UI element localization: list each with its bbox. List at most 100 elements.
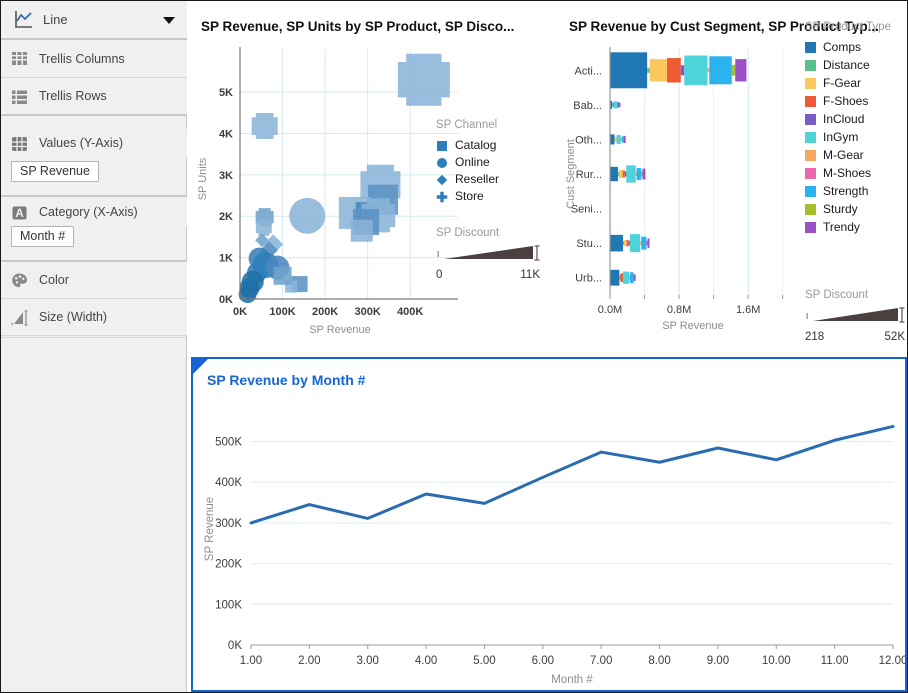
bar-segment[interactable] bbox=[610, 269, 620, 286]
legend-item-product[interactable]: F-Gear bbox=[805, 74, 891, 92]
x-axis-tick-label: 1.00 bbox=[240, 655, 262, 667]
bar-segment[interactable] bbox=[626, 239, 629, 247]
legend-item-channel[interactable]: Online bbox=[436, 153, 499, 170]
bar-segment[interactable] bbox=[626, 165, 636, 183]
x-axis-tick-label: 5.00 bbox=[473, 655, 495, 667]
bar-segment[interactable] bbox=[636, 168, 642, 180]
legend-item-product[interactable]: M-Shoes bbox=[805, 164, 891, 182]
bar-chart-panel[interactable]: SP Revenue by Cust Segment, SP Product T… bbox=[560, 1, 907, 349]
bar-segment[interactable] bbox=[629, 272, 634, 284]
line-chart-panel-selected[interactable]: SP Revenue by Month # 0K 100K 200K 300K 400K… bbox=[191, 357, 907, 692]
bar-segment[interactable] bbox=[735, 59, 747, 82]
category-axis-label: Oth... bbox=[575, 134, 602, 146]
legend-item-channel[interactable]: Reseller bbox=[436, 170, 499, 187]
bar-segment[interactable] bbox=[647, 238, 650, 248]
bar-segment[interactable] bbox=[620, 273, 623, 283]
scatter-point[interactable] bbox=[289, 197, 326, 234]
chevron-down-icon[interactable] bbox=[163, 16, 175, 24]
legend-item-product[interactable]: InGym bbox=[805, 128, 891, 146]
bar-segment[interactable] bbox=[642, 168, 646, 180]
x-axis-title: SP Revenue bbox=[662, 320, 724, 332]
bar-segment[interactable] bbox=[616, 134, 621, 144]
bar-discount-min: 218 bbox=[805, 331, 825, 343]
category-axis-label: Urb... bbox=[575, 273, 602, 285]
category-a-icon: A bbox=[9, 202, 30, 223]
bar-segment[interactable] bbox=[629, 234, 641, 253]
bar-segment[interactable] bbox=[610, 234, 623, 252]
sidebar-shelf-size-width[interactable]: Size (Width) bbox=[1, 299, 187, 336]
scatter-chart-panel[interactable]: SP Revenue, SP Units by SP Product, SP D… bbox=[188, 1, 560, 349]
legend-item-product[interactable]: Sturdy bbox=[805, 200, 891, 218]
scatter-sp-discount-legend[interactable]: SP Discount I 0 11K bbox=[436, 227, 546, 281]
y-axis-tick-label: 0K bbox=[219, 294, 233, 306]
bar-segment[interactable] bbox=[621, 136, 624, 143]
bar-segment[interactable] bbox=[616, 101, 619, 108]
scatter-point[interactable] bbox=[397, 53, 450, 106]
bar-sp-discount-legend[interactable]: SP Discount I 218 52K bbox=[805, 289, 908, 343]
bar-segment[interactable] bbox=[622, 271, 629, 284]
legend-item-product[interactable]: Distance bbox=[805, 56, 891, 74]
y-axis-title: Cust Segment bbox=[565, 139, 577, 209]
bar-segment[interactable] bbox=[731, 64, 736, 76]
bar-segment[interactable] bbox=[680, 65, 685, 76]
discount-size-ramp[interactable]: I bbox=[436, 243, 544, 263]
x-axis-tick-label: 4.00 bbox=[415, 655, 437, 667]
bar-segment[interactable] bbox=[610, 134, 615, 145]
x-axis-tick-label: 10.00 bbox=[762, 655, 791, 667]
bar-segment[interactable] bbox=[618, 102, 621, 108]
scatter-point[interactable] bbox=[238, 285, 257, 304]
scatter-point[interactable] bbox=[273, 266, 292, 285]
bar-segment[interactable] bbox=[684, 55, 708, 86]
bar-segment[interactable] bbox=[633, 274, 636, 281]
bar-segment[interactable] bbox=[622, 170, 625, 178]
sidebar-shelf-trellis-columns[interactable]: Trellis Columns bbox=[1, 40, 187, 78]
legend-item-channel[interactable]: Catalog bbox=[436, 136, 499, 153]
bar-segment[interactable] bbox=[649, 59, 667, 82]
bar-segment[interactable] bbox=[623, 135, 626, 144]
y-axis-tick-label: 0K bbox=[228, 640, 242, 652]
bar-segment[interactable] bbox=[707, 68, 710, 73]
legend-item-product[interactable]: Trendy bbox=[805, 218, 891, 236]
legend-color-swatch bbox=[805, 95, 816, 107]
legend-item-product[interactable]: InCloud bbox=[805, 110, 891, 128]
bar-segment[interactable] bbox=[641, 236, 647, 250]
legend-label: Online bbox=[455, 154, 490, 169]
bar-segment[interactable] bbox=[610, 166, 618, 182]
legend-label: F-Shoes bbox=[823, 94, 869, 108]
scatter-discount-min: 0 bbox=[436, 269, 443, 281]
legend-item-product[interactable]: Comps bbox=[805, 38, 891, 56]
line-series-path[interactable] bbox=[249, 424, 895, 525]
discount-size-ramp[interactable]: I bbox=[805, 305, 907, 325]
bar-segment[interactable] bbox=[614, 136, 617, 142]
legend-item-channel[interactable]: Store bbox=[436, 187, 499, 204]
x-axis-tick-label: 1.6M bbox=[736, 304, 760, 316]
bar-segment[interactable] bbox=[623, 240, 627, 247]
chart-type-dropdown[interactable]: Line bbox=[1, 1, 187, 40]
sidebar-shelf-label: Category (X-Axis) bbox=[39, 205, 138, 219]
bar-segment[interactable] bbox=[613, 101, 617, 109]
bar-segment[interactable] bbox=[610, 52, 648, 89]
legend-label: Comps bbox=[823, 40, 862, 54]
x-axis-tick-label: 11.00 bbox=[821, 655, 849, 667]
x-axis-tick-label: 2.00 bbox=[298, 655, 320, 667]
values-field-chip[interactable]: SP Revenue bbox=[11, 161, 99, 182]
sp-channel-legend-title: SP Channel bbox=[436, 119, 498, 131]
bar-segment[interactable] bbox=[709, 56, 732, 85]
legend-label: InGym bbox=[823, 130, 859, 144]
bar-segment[interactable] bbox=[647, 67, 650, 73]
sidebar-shelf-color[interactable]: Color bbox=[1, 262, 187, 299]
chart-config-sidebar: Line Trellis Columns Trellis Rows Values… bbox=[1, 1, 187, 692]
scatter-point[interactable] bbox=[251, 113, 278, 140]
scatter-point[interactable] bbox=[350, 219, 373, 242]
legend-item-product[interactable]: F-Shoes bbox=[805, 92, 891, 110]
bar-segment[interactable] bbox=[667, 58, 681, 83]
legend-item-product[interactable]: M-Gear bbox=[805, 146, 891, 164]
sidebar-shelf-trellis-rows[interactable]: Trellis Rows bbox=[1, 78, 187, 116]
sidebar-shelf-values-y-axis[interactable]: Values (Y-Axis) bbox=[1, 129, 187, 157]
x-axis-tick-label: 6.00 bbox=[532, 655, 554, 667]
sidebar-shelf-category-x-axis[interactable]: A Category (X-Axis) bbox=[1, 198, 187, 226]
legend-item-product[interactable]: Strength bbox=[805, 182, 891, 200]
category-field-chip[interactable]: Month # bbox=[11, 226, 75, 247]
bar-segment[interactable] bbox=[619, 170, 623, 178]
scatter-discount-max: 11K bbox=[520, 269, 540, 281]
